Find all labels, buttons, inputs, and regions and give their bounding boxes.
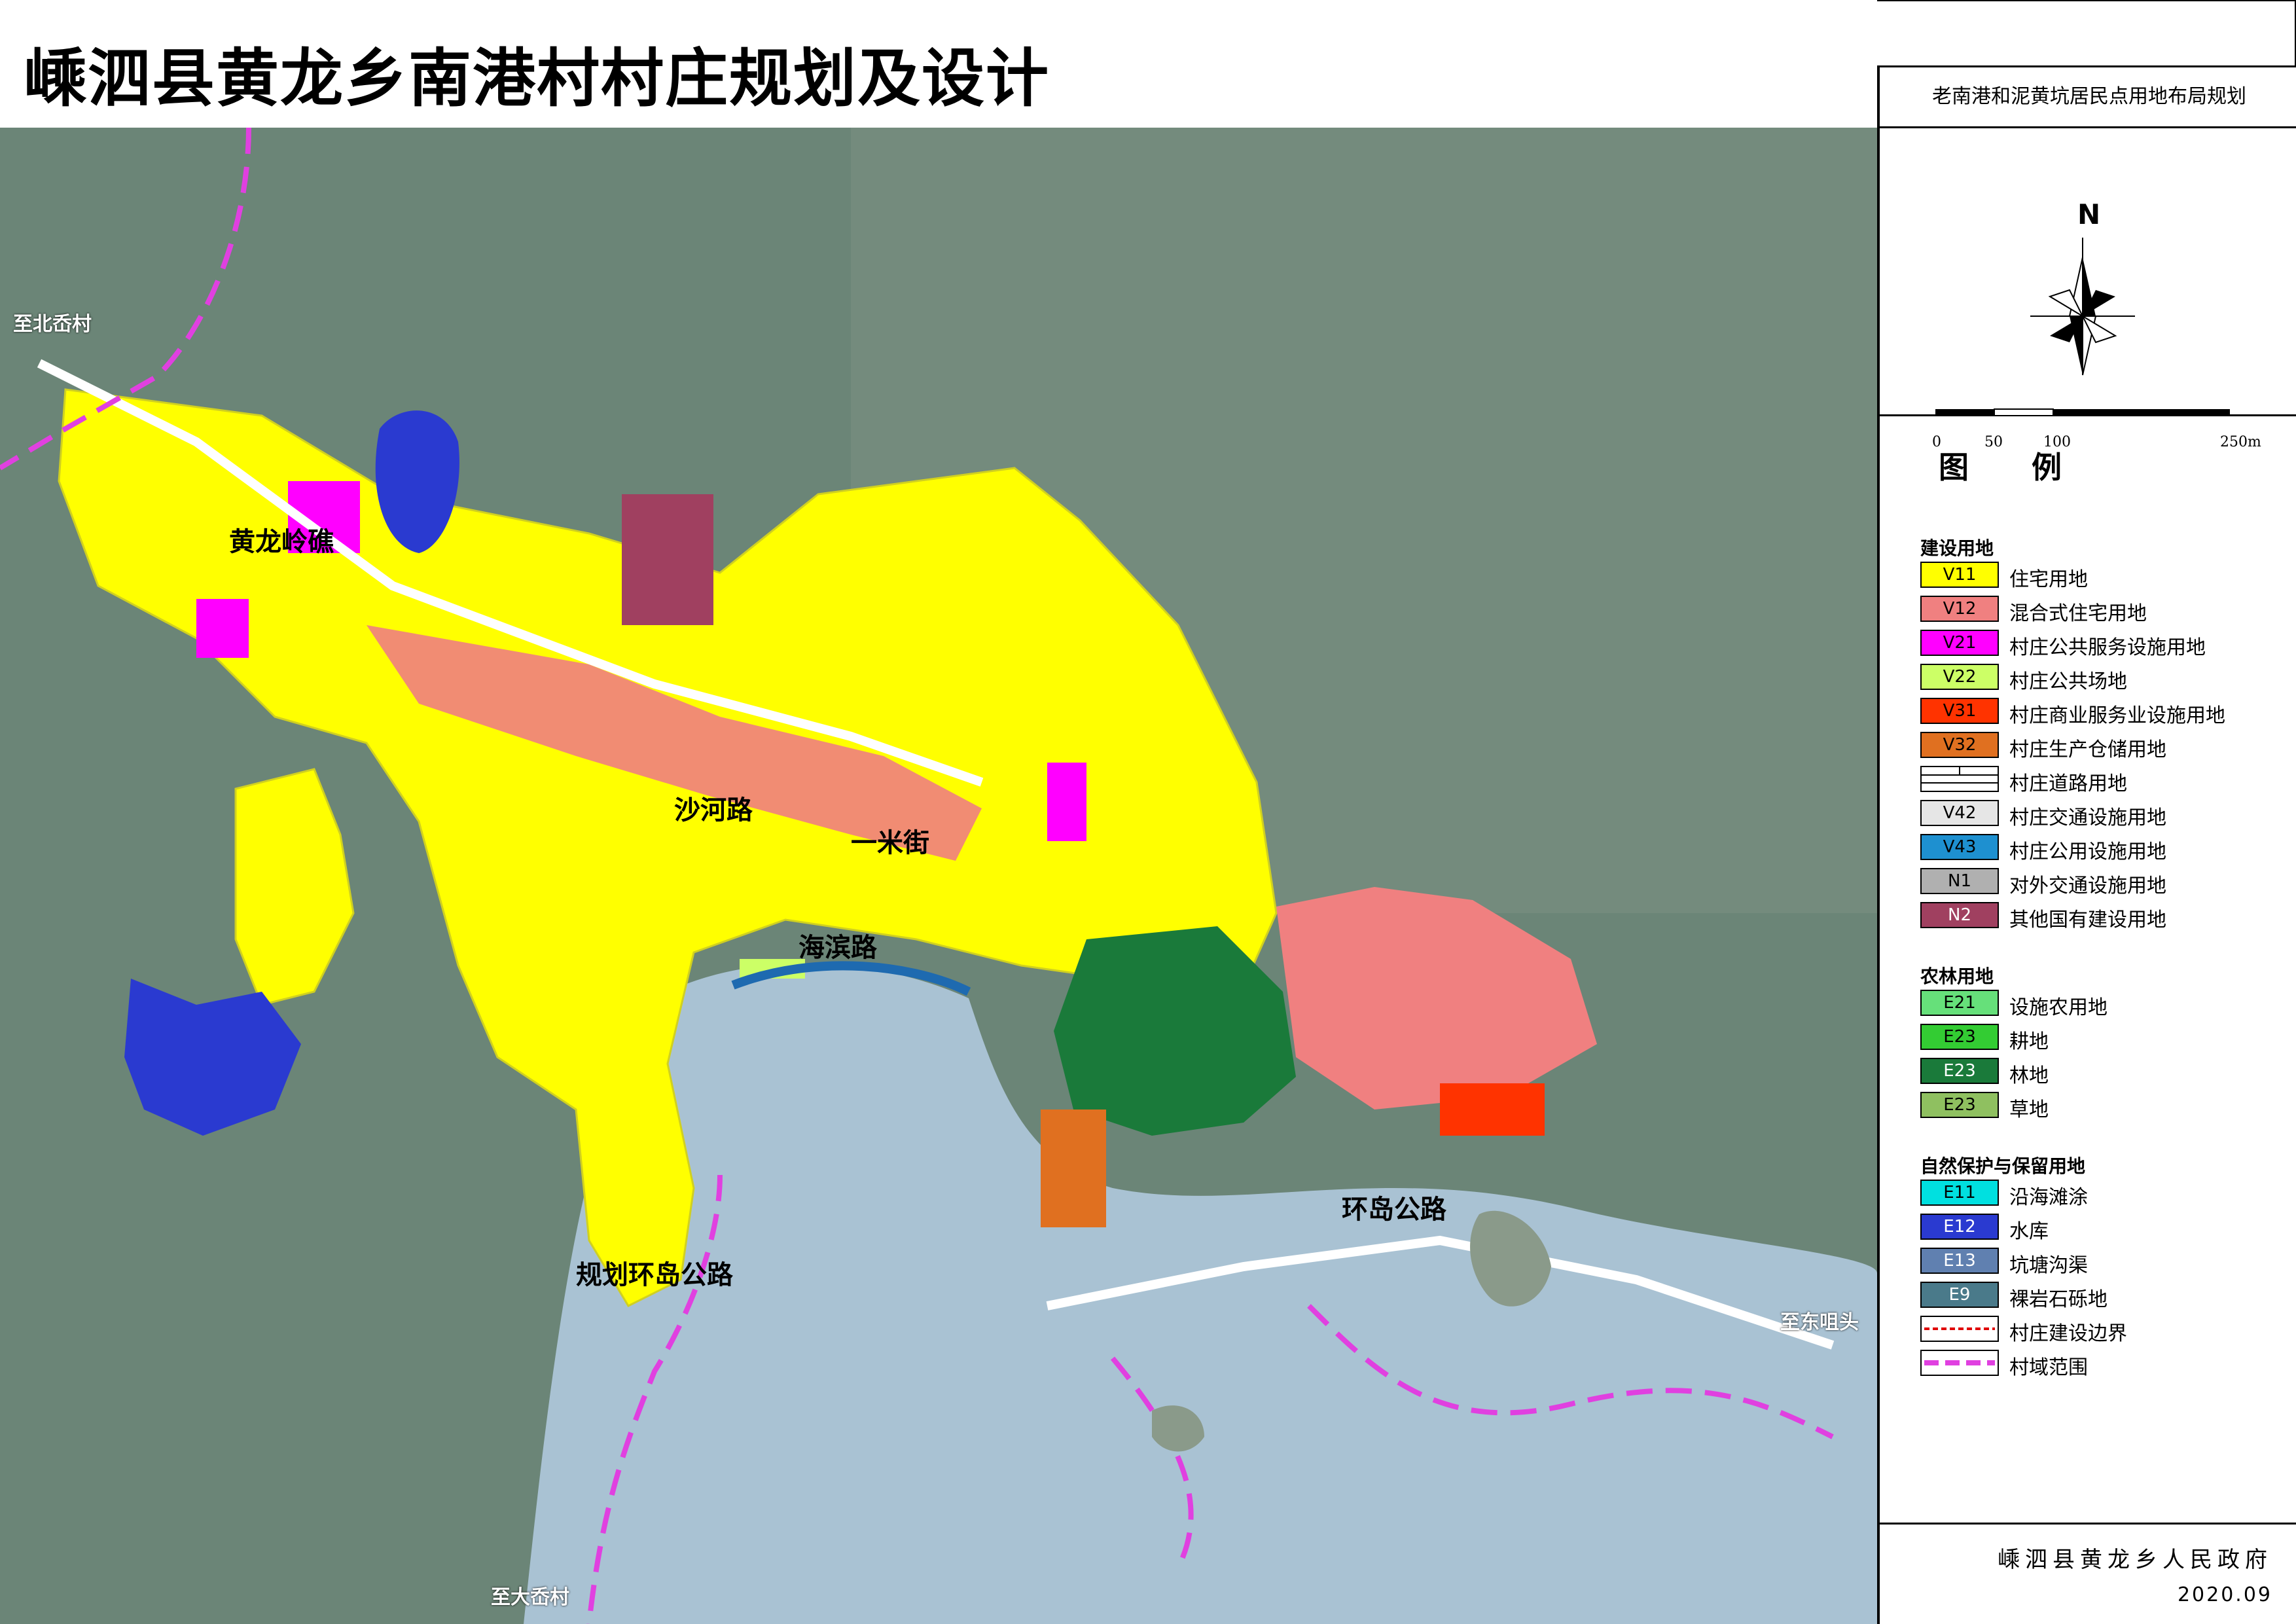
legend-item: E23 耕地 bbox=[1920, 1024, 2287, 1053]
public-service-west bbox=[196, 599, 249, 658]
commercial-v31 bbox=[1440, 1083, 1545, 1136]
side-panel: 老南港和泥黄坑居民点用地布局规划 N 0 50 100 250m 图 例 建设用… bbox=[1877, 65, 2296, 1624]
legend-item: V22 村庄公共场地 bbox=[1920, 664, 2287, 693]
legend-item: V42 村庄交通设施用地 bbox=[1920, 800, 2287, 829]
title-bar: 嵊泗县黄龙乡南港村村庄规划及设计 bbox=[0, 0, 1877, 130]
legend-label: 设施农用地 bbox=[2009, 996, 2108, 1019]
legend-item: V43 村庄公用设施用地 bbox=[1920, 834, 2287, 863]
legend-label: 村庄建设边界 bbox=[2009, 1322, 2127, 1345]
legend-item: V32 村庄生产仓储用地 bbox=[1920, 732, 2287, 761]
legend-group-title: 自然保护与保留用地 bbox=[1920, 1155, 2086, 1177]
legend-label: 村庄公共服务设施用地 bbox=[2009, 636, 2206, 659]
legend-label: 对外交通设施用地 bbox=[2009, 875, 2166, 897]
legend-item: E11 沿海滩涂 bbox=[1920, 1180, 2287, 1209]
legend-item: E9 裸岩石砾地 bbox=[1920, 1282, 2287, 1311]
map-canvas[interactable]: 至北岙村 至东咀头 至大岙村 沙河路 一米街 海滨路 环岛公路 规划环岛公路 黄… bbox=[0, 128, 1877, 1624]
legend-swatch: E13 bbox=[1920, 1248, 1999, 1274]
legend-swatch: E11 bbox=[1920, 1180, 1999, 1206]
map-subtitle: 老南港和泥黄坑居民点用地布局规划 bbox=[1880, 65, 2296, 128]
footer-organization: 嵊泗县黄龙乡人民政府 bbox=[1998, 1547, 2272, 1573]
legend-swatch: N1 bbox=[1920, 868, 1999, 894]
legend-swatch: V12 bbox=[1920, 596, 1999, 622]
legend-label: 村域范围 bbox=[2009, 1356, 2088, 1379]
legend-label: 村庄公共场地 bbox=[2009, 670, 2127, 693]
legend-label: 村庄道路用地 bbox=[2009, 772, 2127, 795]
legend-swatch: E12 bbox=[1920, 1214, 1999, 1240]
public-service-center bbox=[1047, 763, 1086, 841]
road-label-planned: 规划环岛公路 bbox=[576, 1260, 733, 1290]
legend-swatch bbox=[1920, 766, 1999, 792]
legend-item: E13 坑塘沟渠 bbox=[1920, 1248, 2287, 1277]
legend-item: E21 设施农用地 bbox=[1920, 990, 2287, 1019]
legend-label: 林地 bbox=[2009, 1064, 2049, 1087]
legend-label: 村庄交通设施用地 bbox=[2009, 806, 2166, 829]
legend-heading: 图 例 bbox=[1939, 450, 2089, 485]
legend-item: V11 住宅用地 bbox=[1920, 562, 2287, 591]
legend-label: 村庄公用设施用地 bbox=[2009, 840, 2166, 863]
legend-swatch: N2 bbox=[1920, 902, 1999, 928]
state-land-n2 bbox=[622, 494, 713, 625]
direction-north: 至北岙村 bbox=[13, 313, 92, 336]
legend-swatch: E21 bbox=[1920, 990, 1999, 1016]
road-label-huandao: 环岛公路 bbox=[1342, 1195, 1446, 1225]
legend-item: N1 对外交通设施用地 bbox=[1920, 868, 2287, 897]
footer: 嵊泗县黄龙乡人民政府 2020.09 bbox=[1880, 1525, 2296, 1624]
legend-item: V31 村庄商业服务业设施用地 bbox=[1920, 698, 2287, 727]
legend-item: 村庄建设边界 bbox=[1920, 1316, 2287, 1345]
legend-label: 沿海滩涂 bbox=[2009, 1186, 2088, 1209]
legend-label: 其他国有建设用地 bbox=[2009, 909, 2166, 931]
legend-swatch: V43 bbox=[1920, 834, 1999, 860]
legend-label: 草地 bbox=[2009, 1098, 2049, 1121]
legend-label: 住宅用地 bbox=[2009, 568, 2088, 591]
legend-item: V12 混合式住宅用地 bbox=[1920, 596, 2287, 625]
road-label-alley: 黄龙岭礁 bbox=[229, 527, 334, 557]
legend-label: 混合式住宅用地 bbox=[2009, 602, 2147, 625]
legend-label: 村庄生产仓储用地 bbox=[2009, 738, 2166, 761]
legend-swatch: E9 bbox=[1920, 1282, 1999, 1308]
compass-section: N 0 50 100 250m bbox=[1880, 126, 2296, 450]
legend-swatch: E23 bbox=[1920, 1092, 1999, 1118]
legend-group-title: 农林用地 bbox=[1920, 965, 1994, 987]
direction-south: 至大岙村 bbox=[491, 1586, 569, 1609]
legend-item: E23 草地 bbox=[1920, 1092, 2287, 1121]
road-label-haibin: 海滨路 bbox=[798, 933, 877, 963]
legend-label: 村庄商业服务业设施用地 bbox=[2009, 704, 2225, 727]
legend-swatch: E23 bbox=[1920, 1058, 1999, 1084]
legend-swatch: V22 bbox=[1920, 664, 1999, 690]
compass-icon bbox=[2030, 238, 2135, 376]
legend-swatch: V11 bbox=[1920, 562, 1999, 588]
legend-swatch bbox=[1920, 1350, 1999, 1376]
legend-item: E12 水库 bbox=[1920, 1214, 2287, 1243]
legend-item: 村域范围 bbox=[1920, 1350, 2287, 1379]
legend-swatch: V32 bbox=[1920, 732, 1999, 758]
legend-swatch: V42 bbox=[1920, 800, 1999, 826]
legend-swatch: V31 bbox=[1920, 698, 1999, 724]
legend-label: 坑塘沟渠 bbox=[2009, 1254, 2088, 1277]
legend-label: 裸岩石砾地 bbox=[2009, 1288, 2108, 1311]
legend-group-title: 建设用地 bbox=[1920, 537, 1994, 559]
legend-item: V21 村庄公共服务设施用地 bbox=[1920, 630, 2287, 659]
legend: 图 例 建设用地 V11 住宅用地 V12 混合式住宅用地 V21 村庄公共服务设施用地 V2… bbox=[1880, 416, 2296, 1525]
legend-item: 村庄道路用地 bbox=[1920, 766, 2287, 795]
road-label-shahe: 沙河路 bbox=[674, 795, 753, 825]
warehouse-v32 bbox=[1041, 1110, 1106, 1227]
map-graphics bbox=[0, 128, 1877, 1624]
legend-swatch bbox=[1920, 1316, 1999, 1342]
legend-label: 耕地 bbox=[2009, 1030, 2049, 1053]
legend-swatch: E23 bbox=[1920, 1024, 1999, 1050]
legend-item: N2 其他国有建设用地 bbox=[1920, 902, 2287, 931]
footer-date: 2020.09 bbox=[2177, 1583, 2272, 1606]
legend-swatch: V21 bbox=[1920, 630, 1999, 656]
legend-label: 水库 bbox=[2009, 1220, 2049, 1243]
road-label-yimi: 一米街 bbox=[851, 828, 929, 858]
page-title: 嵊泗县黄龙乡南港村村庄规划及设计 bbox=[24, 42, 1050, 115]
legend-item: E23 林地 bbox=[1920, 1058, 2287, 1087]
direction-east: 至东咀头 bbox=[1780, 1311, 1859, 1334]
